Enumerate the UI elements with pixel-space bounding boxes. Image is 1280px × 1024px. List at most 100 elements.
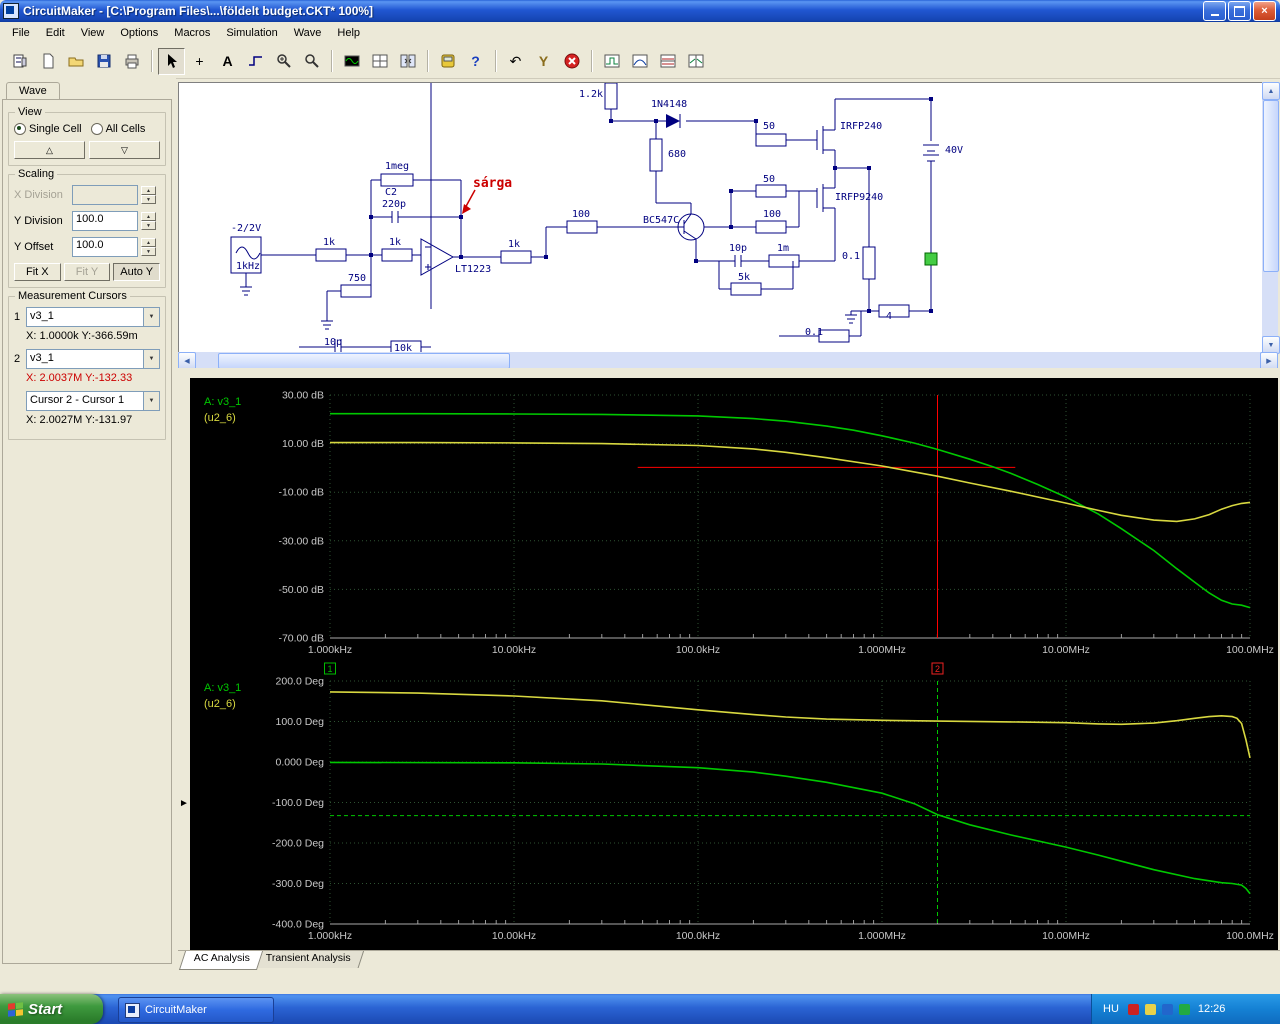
wire-tool-button[interactable] bbox=[242, 48, 269, 75]
open-file-button[interactable] bbox=[62, 48, 89, 75]
chevron-down-icon[interactable]: ▼ bbox=[143, 392, 159, 410]
chevron-down-icon[interactable]: ▼ bbox=[143, 308, 159, 326]
vertical-scroll-thumb[interactable] bbox=[1263, 100, 1279, 272]
all-cells-radio[interactable] bbox=[90, 123, 103, 135]
schematic-canvas[interactable]: 1.2k 1N4148 680 50 IRFP240 40V 50 IRFP9240 1meg C… bbox=[179, 83, 1263, 353]
scope-display-button[interactable] bbox=[338, 48, 365, 75]
svg-text:10.00kHz: 10.00kHz bbox=[492, 644, 536, 656]
svg-text:1.000kHz: 1.000kHz bbox=[308, 644, 352, 656]
svg-text:-200.0 Deg: -200.0 Deg bbox=[272, 838, 324, 850]
cursor1-signal-select[interactable]: v3_1 ▼ bbox=[26, 307, 160, 327]
ac-analysis-plots[interactable]: 30.00 dB 10.00 dB -10.00 dB -30.00 dB -50.00… bbox=[190, 378, 1278, 950]
probe-point-marker[interactable] bbox=[924, 252, 938, 266]
volume-icon[interactable] bbox=[1144, 1003, 1156, 1015]
measurement-cursors-group: Measurement Cursors 1 v3_1 ▼ X: 1.0000k … bbox=[8, 290, 166, 440]
save-file-button[interactable] bbox=[90, 48, 117, 75]
y-division-spinner[interactable]: ▲ ▼ bbox=[141, 212, 156, 230]
windows-logo-icon bbox=[8, 1001, 23, 1017]
stop-simulation-button[interactable] bbox=[558, 48, 585, 75]
language-indicator[interactable]: HU bbox=[1100, 1002, 1122, 1016]
minimize-button[interactable] bbox=[1203, 1, 1226, 21]
svg-text:-70.00 dB: -70.00 dB bbox=[278, 633, 324, 645]
fit-y-button[interactable]: Fit Y bbox=[63, 263, 111, 281]
start-button[interactable]: Start bbox=[0, 994, 103, 1024]
cell-down-button[interactable]: ▽ bbox=[89, 141, 160, 159]
alert-icon[interactable] bbox=[1127, 1003, 1139, 1015]
save-icon bbox=[97, 54, 110, 68]
magnifier-icon bbox=[304, 54, 319, 68]
cursor-diff-select[interactable]: Cursor 2 - Cursor 1 ▼ bbox=[26, 391, 160, 411]
title-bar: CircuitMaker - [C:\Program Files\...\föl… bbox=[0, 0, 1280, 22]
svg-text:1k: 1k bbox=[323, 237, 335, 248]
app-icon bbox=[3, 3, 19, 19]
network-icon[interactable] bbox=[1161, 1003, 1173, 1015]
svg-text:1.2k: 1.2k bbox=[579, 89, 603, 100]
analysis-tabs: AC Analysis Transient Analysis bbox=[178, 950, 1280, 970]
system-tray: HU 12:26 bbox=[1091, 994, 1280, 1024]
svg-text:10p: 10p bbox=[324, 337, 342, 348]
waveform-2-icon bbox=[632, 54, 647, 68]
probe-tool-button[interactable]: Y bbox=[530, 48, 557, 75]
arrow-cursor-icon bbox=[167, 54, 177, 68]
y-division-label: Y Division bbox=[14, 215, 63, 227]
analysis-window-button[interactable] bbox=[366, 48, 393, 75]
menu-edit[interactable]: Edit bbox=[38, 24, 73, 42]
menu-simulation[interactable]: Simulation bbox=[218, 24, 285, 42]
text-tool-button[interactable]: A bbox=[214, 48, 241, 75]
y-offset-input[interactable]: 100.0 bbox=[72, 237, 138, 257]
cursor2-signal-select[interactable]: v3_1 ▼ bbox=[26, 349, 160, 369]
cell-up-button[interactable]: △ bbox=[14, 141, 85, 159]
print-button[interactable] bbox=[118, 48, 145, 75]
split-view-button[interactable] bbox=[394, 48, 421, 75]
fit-x-button[interactable]: Fit X bbox=[14, 263, 61, 281]
scope-icon bbox=[344, 55, 359, 67]
svg-text:-400.0 Deg: -400.0 Deg bbox=[272, 919, 324, 931]
y-division-input[interactable]: 100.0 bbox=[72, 211, 138, 231]
chevron-down-icon[interactable]: ▼ bbox=[143, 350, 159, 368]
select-cursor-button[interactable] bbox=[158, 47, 185, 75]
menu-options[interactable]: Options bbox=[112, 24, 166, 42]
waveform-view-4-button[interactable] bbox=[682, 48, 709, 75]
maximize-button[interactable] bbox=[1228, 1, 1251, 21]
scroll-up-arrow[interactable]: ▲ bbox=[1262, 82, 1280, 100]
splitter-arrow-icon[interactable]: ► bbox=[179, 798, 189, 809]
help-button[interactable]: ? bbox=[462, 48, 489, 75]
messenger-icon[interactable] bbox=[1178, 1003, 1190, 1015]
svg-text:100.0MHz: 100.0MHz bbox=[1226, 644, 1274, 656]
svg-text:750: 750 bbox=[348, 273, 366, 284]
waveform-view-2-button[interactable] bbox=[626, 48, 653, 75]
auto-y-button[interactable]: Auto Y bbox=[113, 263, 161, 281]
menu-file[interactable]: File bbox=[4, 24, 38, 42]
taskbar-circuitmaker-button[interactable]: CircuitMaker bbox=[118, 997, 274, 1023]
svg-text:0.1: 0.1 bbox=[842, 251, 860, 262]
menu-view[interactable]: View bbox=[73, 24, 113, 42]
svg-text:1.000MHz: 1.000MHz bbox=[858, 930, 906, 942]
place-part-button[interactable]: + bbox=[186, 48, 213, 75]
multimeter-button[interactable] bbox=[434, 48, 461, 75]
svg-text:2: 2 bbox=[935, 664, 940, 674]
svg-text:IRFP9240: IRFP9240 bbox=[835, 192, 883, 203]
undo-button[interactable]: ↶ bbox=[502, 48, 529, 75]
waveform-view-1-button[interactable] bbox=[598, 48, 625, 75]
svg-text:-300.0 Deg: -300.0 Deg bbox=[272, 878, 324, 890]
tab-wave[interactable]: Wave bbox=[6, 82, 60, 100]
menu-wave[interactable]: Wave bbox=[286, 24, 330, 42]
x-division-input bbox=[72, 185, 138, 205]
y-offset-spinner[interactable]: ▲ ▼ bbox=[141, 238, 156, 256]
waveform-plot-area[interactable]: 30.00 dB 10.00 dB -10.00 dB -30.00 dB -50.00… bbox=[190, 378, 1278, 950]
waveform-view-3-button[interactable] bbox=[654, 48, 681, 75]
schematic-area[interactable]: 1.2k 1N4148 680 50 IRFP240 40V 50 IRFP9240 1meg C… bbox=[178, 82, 1263, 353]
menu-help[interactable]: Help bbox=[329, 24, 368, 42]
zoom-window-button[interactable] bbox=[270, 48, 297, 75]
tab-ac-analysis[interactable]: AC Analysis bbox=[178, 951, 264, 970]
single-cell-radio[interactable] bbox=[14, 123, 26, 135]
close-button[interactable]: × bbox=[1253, 1, 1276, 21]
text-icon: A bbox=[222, 53, 233, 69]
svg-text:-10.00 dB: -10.00 dB bbox=[278, 487, 324, 499]
zoom-tool-button[interactable] bbox=[298, 48, 325, 75]
svg-text:1.000kHz: 1.000kHz bbox=[308, 930, 352, 942]
part-browser-button[interactable] bbox=[6, 48, 33, 75]
new-file-button[interactable] bbox=[34, 48, 61, 75]
horizontal-scroll-thumb[interactable] bbox=[218, 353, 510, 369]
menu-macros[interactable]: Macros bbox=[166, 24, 218, 42]
